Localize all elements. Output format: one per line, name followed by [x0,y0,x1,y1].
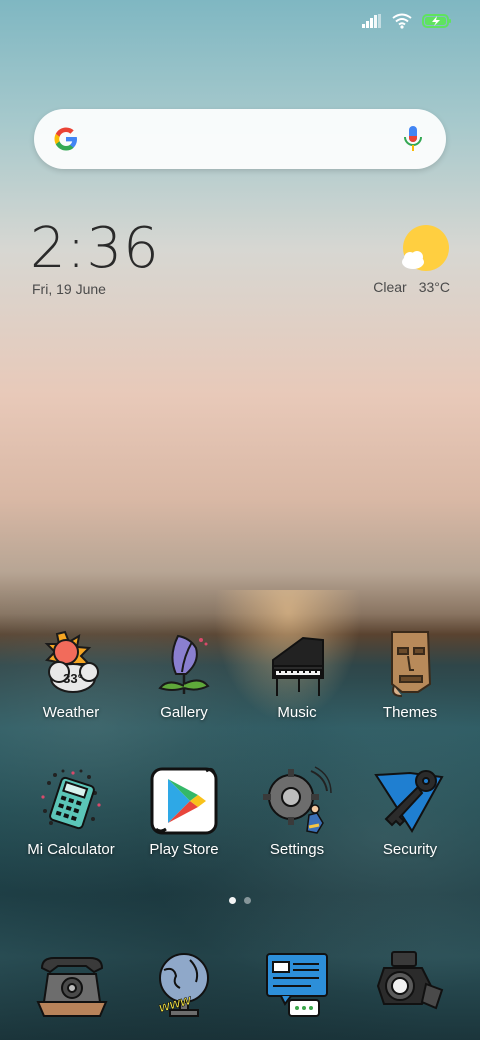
weather-widget[interactable]: Clear 33°C [320,224,450,300]
google-search-bar[interactable] [34,109,446,169]
status-bar [362,10,452,32]
music-icon [259,626,335,702]
play-store-icon [146,763,222,839]
app-label: Play Store [149,841,219,858]
wifi-icon [392,13,412,29]
app-weather[interactable]: 33° Weather [15,626,127,721]
browser-icon: www [157,953,209,1017]
dock-messages[interactable] [259,946,335,1022]
app-themes[interactable]: Themes [354,626,466,721]
google-logo-icon [52,125,80,153]
app-label: Mi Calculator [27,841,115,858]
dock-browser[interactable]: www [146,946,222,1022]
messages-icon [266,953,328,1017]
clock-date[interactable]: Fri, 19 June [32,281,106,297]
weather-condition: Clear [373,279,407,295]
app-gallery[interactable]: Gallery [128,626,240,721]
signal-icon [362,14,382,28]
app-security[interactable]: Security [354,763,466,858]
page-indicator [0,897,480,904]
gallery-icon [146,626,222,702]
app-label: Security [382,841,438,858]
app-mi-calculator[interactable]: Mi Calculator [15,763,127,858]
clock-time[interactable]: 2:36 [30,218,160,280]
security-icon [372,763,448,839]
phone-icon [36,957,108,1017]
app-play-store[interactable]: Play Store [128,763,240,858]
app-label: Settings [269,841,325,858]
app-label: Music [277,704,317,721]
weather-summary: Clear 33°C [373,279,450,295]
app-label: Weather [42,704,100,721]
calculator-icon [33,763,109,839]
svg-text:33°: 33° [63,671,83,686]
battery-charging-icon [422,13,452,29]
app-music[interactable]: Music [241,626,353,721]
weather-icon: 33° [33,626,109,702]
app-settings[interactable]: Settings [241,763,353,858]
dock-camera[interactable] [370,946,446,1022]
weather-temperature: 33°C [418,279,450,295]
voice-search-mic-icon[interactable] [402,124,424,154]
app-label: Themes [382,704,438,721]
page-dot-2[interactable] [244,897,251,904]
dock-phone[interactable] [34,946,110,1022]
themes-icon [372,626,448,702]
page-dot-1[interactable] [229,897,236,904]
camera-icon [376,951,444,1010]
settings-icon [259,763,335,839]
sunny-cloud-icon [400,224,450,274]
app-label: Gallery [160,704,208,721]
